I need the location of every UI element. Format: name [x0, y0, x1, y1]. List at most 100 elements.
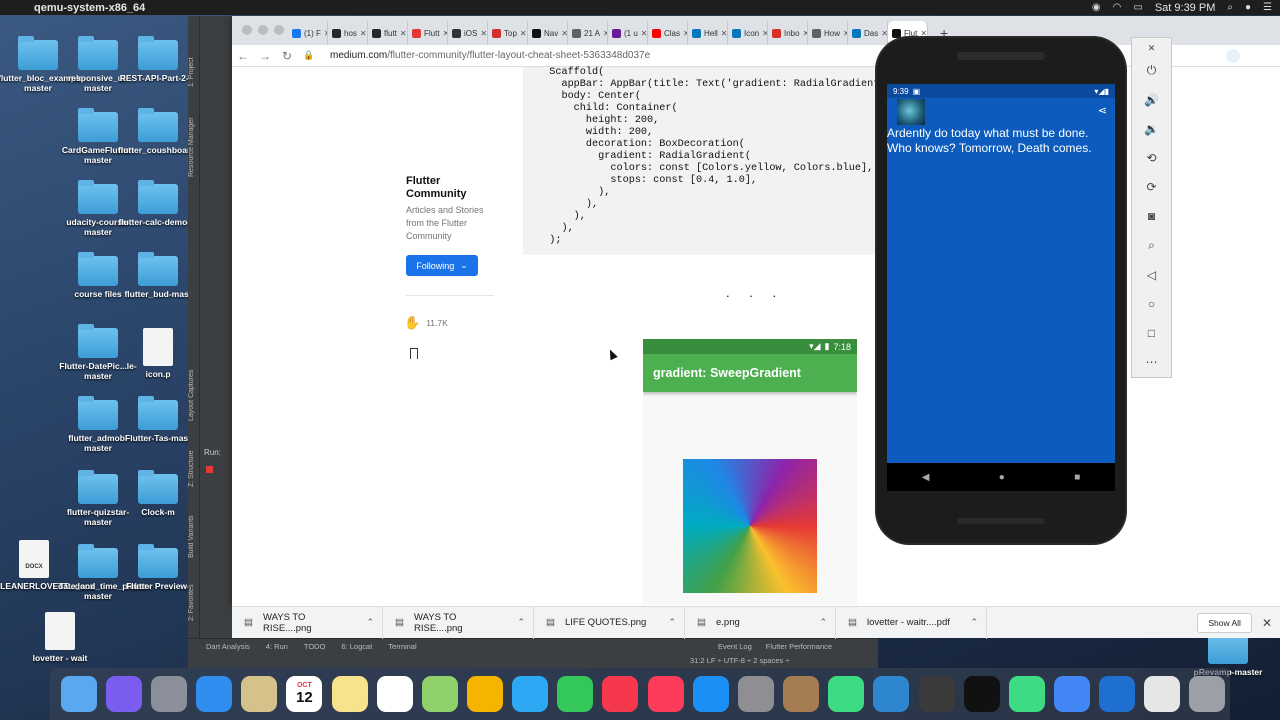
- browser-tab[interactable]: Icon✕: [728, 21, 768, 45]
- search-icon[interactable]: ⌕: [1227, 2, 1233, 13]
- dock-calendar[interactable]: OCT 12: [282, 674, 327, 714]
- volume-up-icon[interactable]: 🔊: [1131, 85, 1172, 114]
- browser-tab[interactable]: iOS ✕: [448, 21, 488, 45]
- tab-close-icon[interactable]: ✕: [520, 29, 527, 38]
- download-item[interactable]: ▤ e.png ⌃: [685, 606, 836, 639]
- dock-trash[interactable]: [1185, 674, 1230, 714]
- browser-tab[interactable]: Nav ✕: [528, 21, 568, 45]
- overview-icon[interactable]: □: [1131, 319, 1172, 348]
- nav-overview-icon[interactable]: ■: [1074, 472, 1080, 483]
- dock-mail[interactable]: [237, 674, 282, 714]
- tab-close-icon[interactable]: ✕: [641, 29, 647, 38]
- reload-icon[interactable]: ↻: [276, 49, 298, 63]
- wifi-icon[interactable]: ◠: [1113, 2, 1122, 13]
- ide-tab-terminal[interactable]: Terminal: [388, 642, 416, 651]
- browser-tab[interactable]: (1 u ✕: [608, 21, 648, 45]
- camera-icon[interactable]: ◙: [1131, 202, 1172, 231]
- tab-close-icon[interactable]: ✕: [881, 29, 887, 38]
- user-icon[interactable]: ●: [1245, 2, 1251, 13]
- desktop-item[interactable]: Flutter Preview-: [118, 544, 198, 591]
- more-icon[interactable]: ⋯: [1131, 348, 1172, 377]
- rotate-right-icon[interactable]: ⟳: [1131, 173, 1172, 202]
- browser-tab[interactable]: flutt ✕: [368, 21, 408, 45]
- nav-back-icon[interactable]: ◀: [922, 472, 930, 483]
- browser-tab[interactable]: (1) F✕: [288, 21, 328, 45]
- forward-icon[interactable]: →: [254, 49, 276, 63]
- dock-simulator[interactable]: [869, 674, 914, 714]
- desktop-item[interactable]: flutter_coushboard_ui: [118, 108, 208, 155]
- dock-quicktime[interactable]: [1095, 674, 1140, 714]
- browser-tab[interactable]: Flutt✕: [408, 21, 448, 45]
- dock-sublime[interactable]: [914, 674, 959, 714]
- dock-photos[interactable]: [462, 674, 507, 714]
- ide-tab-event-log[interactable]: Event Log: [718, 642, 752, 651]
- tab-close-icon[interactable]: ✕: [480, 29, 487, 38]
- dock-facetime[interactable]: [553, 674, 598, 714]
- browser-tab[interactable]: Das ✕: [848, 21, 888, 45]
- volume-down-icon[interactable]: 🔉: [1131, 114, 1172, 143]
- zoom-icon[interactable]: ⌕: [1131, 231, 1172, 260]
- close-icon[interactable]: ✕: [1262, 616, 1272, 630]
- ide-tab-structure[interactable]: Z: Structure: [188, 440, 200, 498]
- window-minimize-button[interactable]: [258, 25, 268, 35]
- ide-tab-todo[interactable]: TODO: [304, 642, 326, 651]
- browser-tab[interactable]: 21 A✕: [568, 21, 608, 45]
- stop-icon[interactable]: [206, 466, 213, 473]
- record-icon[interactable]: ◉: [1092, 2, 1101, 13]
- back-icon[interactable]: ←: [232, 49, 254, 63]
- dock-notes[interactable]: [327, 674, 372, 714]
- battery-icon[interactable]: ▭: [1133, 2, 1142, 13]
- browser-tab[interactable]: Inbo✕: [768, 21, 808, 45]
- desktop-item[interactable]: Clock-m: [118, 470, 198, 517]
- url-field[interactable]: medium.com/flutter-community/flutter-lay…: [330, 50, 650, 61]
- window-zoom-button[interactable]: [274, 25, 284, 35]
- nav-home-icon[interactable]: ●: [999, 472, 1005, 483]
- dock-android-studio[interactable]: [1004, 674, 1049, 714]
- dock-preview[interactable]: [1140, 674, 1185, 714]
- back-icon[interactable]: ◁: [1131, 260, 1172, 289]
- dock-system-preferences[interactable]: [733, 674, 778, 714]
- clap-counter[interactable]: ✋ 11.7K: [404, 315, 448, 331]
- ide-tab-layout-captures[interactable]: Layout Captures: [188, 360, 200, 430]
- desktop-item[interactable]: REST-API-Part-2-m: [118, 36, 198, 83]
- ide-tab-dart-analysis[interactable]: Dart Analysis: [206, 642, 250, 651]
- chevron-up-icon[interactable]: ⌃: [819, 617, 827, 628]
- tab-close-icon[interactable]: ✕: [360, 29, 367, 38]
- ide-tab-flutter-performance[interactable]: Flutter Performance: [766, 642, 832, 651]
- power-icon[interactable]: ⏻: [1131, 56, 1172, 85]
- ide-tab-favorites[interactable]: 2: Favorites: [188, 578, 200, 628]
- desktop-item[interactable]: flutter-calc-demo-m: [118, 180, 198, 227]
- menubar-clock[interactable]: Sat 9:39 PM: [1155, 2, 1216, 14]
- download-item[interactable]: ▤ lovetter - waitr....pdf ⌃: [836, 606, 987, 639]
- chevron-up-icon[interactable]: ⌃: [668, 617, 676, 628]
- browser-tab[interactable]: Top ✕: [488, 21, 528, 45]
- dock-finder[interactable]: [56, 674, 101, 714]
- desktop-item[interactable]: Flutter-Tas-mast: [118, 396, 198, 443]
- clap-icon[interactable]: ✋: [404, 315, 420, 331]
- dock-maps[interactable]: [417, 674, 462, 714]
- following-button[interactable]: Following ⌄: [406, 255, 478, 276]
- dock-app-store[interactable]: [688, 674, 733, 714]
- tab-close-icon[interactable]: ✕: [561, 29, 567, 38]
- avatar[interactable]: [897, 99, 925, 125]
- ide-tab-build-variants[interactable]: Build Variants: [188, 508, 200, 566]
- toolbar-close-icon[interactable]: ✕: [1131, 42, 1172, 56]
- chevron-up-icon[interactable]: ⌃: [517, 617, 525, 628]
- browser-tab[interactable]: Hell ✕: [688, 21, 728, 45]
- browser-tab[interactable]: hos ✕: [328, 21, 368, 45]
- extension-icon[interactable]: [1226, 48, 1240, 63]
- chevron-up-icon[interactable]: ⌃: [366, 617, 374, 628]
- publication-name[interactable]: Flutter Community: [406, 175, 501, 201]
- dock-reminders[interactable]: [372, 674, 417, 714]
- dock-news[interactable]: [598, 674, 643, 714]
- ide-tab-run[interactable]: 4: Run: [266, 642, 288, 651]
- home-icon[interactable]: ○: [1131, 289, 1172, 318]
- desktop-item[interactable]: lovetter - wait: [20, 612, 100, 663]
- emulator-screen[interactable]: 9:39 ▣ ▾◢▮ ⋖ Ardently do today what must b…: [887, 84, 1115, 490]
- dock-safari[interactable]: [191, 674, 236, 714]
- download-item[interactable]: ▤ WAYS TO RISE....png ⌃: [383, 606, 534, 639]
- ide-tab-resource-manager[interactable]: Resource Manager: [188, 112, 200, 182]
- dock-chrome[interactable]: [1049, 674, 1094, 714]
- browser-tab[interactable]: How✕: [808, 21, 848, 45]
- download-item[interactable]: ▤ LIFE QUOTES.png ⌃: [534, 606, 685, 639]
